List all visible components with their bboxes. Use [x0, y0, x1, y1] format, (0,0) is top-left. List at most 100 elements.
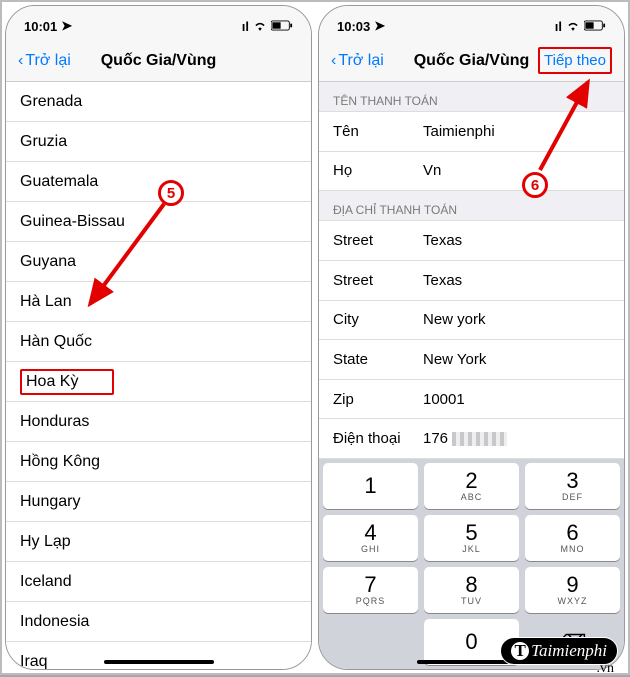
- field-value[interactable]: 10001: [423, 391, 610, 408]
- key-5[interactable]: 5JKL: [424, 515, 519, 561]
- status-bar: 10:03 ➤ ıl: [319, 6, 624, 40]
- battery-icon: [584, 19, 606, 34]
- section-header: ĐỊA CHỈ THANH TOÁN: [319, 191, 624, 221]
- country-label: Hungary: [20, 493, 80, 511]
- country-label: Grenada: [20, 93, 82, 111]
- key-digit: 2: [465, 470, 477, 492]
- key-6[interactable]: 6MNO: [525, 515, 620, 561]
- country-label: Gruzia: [20, 133, 67, 151]
- wifi-icon: [566, 19, 580, 34]
- key-sub: ABC: [461, 492, 483, 502]
- country-label: Iceland: [20, 573, 72, 591]
- country-label: Indonesia: [20, 613, 89, 631]
- field-value[interactable]: New york: [423, 311, 610, 328]
- key-sub: GHI: [361, 544, 380, 554]
- form-field-row[interactable]: StreetTexas: [319, 261, 624, 301]
- key-digit: 1: [364, 475, 376, 497]
- key-2[interactable]: 2ABC: [424, 463, 519, 509]
- country-row[interactable]: Iraq: [6, 642, 311, 669]
- key-digit: 0: [465, 631, 477, 653]
- key-sub: PQRS: [356, 596, 386, 606]
- status-bar: 10:01 ➤ ıl: [6, 6, 311, 40]
- signal-icon: ıl: [242, 19, 249, 34]
- battery-icon: [271, 19, 293, 34]
- phone-left: 10:01 ➤ ıl ‹ Trở lại Quốc Gia/Vùng Grena…: [5, 5, 312, 670]
- country-label: Iraq: [20, 653, 48, 670]
- field-label: Họ: [333, 162, 423, 179]
- chevron-left-icon: ‹: [18, 52, 23, 70]
- key-digit: 5: [465, 522, 477, 544]
- callout-6: 6: [522, 172, 548, 198]
- key-4[interactable]: 4GHI: [323, 515, 418, 561]
- country-label: Hà Lan: [20, 293, 72, 311]
- back-button[interactable]: ‹ Trở lại: [18, 52, 71, 70]
- signal-icon: ıl: [555, 19, 562, 34]
- back-button[interactable]: ‹ Trở lại: [331, 52, 384, 70]
- form-field-row[interactable]: Zip10001: [319, 380, 624, 420]
- key-digit: 6: [566, 522, 578, 544]
- country-row[interactable]: Hy Lạp: [6, 522, 311, 562]
- country-row[interactable]: Grenada: [6, 82, 311, 122]
- country-list[interactable]: GrenadaGruziaGuatemalaGuinea-BissauGuyan…: [6, 82, 311, 669]
- key-8[interactable]: 8TUV: [424, 567, 519, 613]
- home-indicator[interactable]: [104, 660, 214, 664]
- time-label: 10:03: [337, 19, 370, 34]
- form-field-row[interactable]: CityNew york: [319, 301, 624, 341]
- key-digit: 7: [364, 574, 376, 596]
- key-7[interactable]: 7PQRS: [323, 567, 418, 613]
- field-label: City: [333, 311, 423, 328]
- field-label: Điện thoại: [333, 430, 423, 447]
- country-label: Guyana: [20, 253, 76, 271]
- back-label: Trở lại: [25, 52, 70, 70]
- field-value[interactable]: 176: [423, 430, 610, 447]
- form-field-row[interactable]: Điện thoại176: [319, 419, 624, 459]
- field-value[interactable]: Texas: [423, 232, 610, 249]
- key-sub: TUV: [461, 596, 482, 606]
- field-value[interactable]: Texas: [423, 272, 610, 289]
- country-row[interactable]: Hàn Quốc: [6, 322, 311, 362]
- field-label: Street: [333, 272, 423, 289]
- key-sub: WXYZ: [558, 596, 588, 606]
- chevron-left-icon: ‹: [331, 52, 336, 70]
- country-row[interactable]: Hungary: [6, 482, 311, 522]
- key-sub: MNO: [561, 544, 585, 554]
- field-label: Tên: [333, 123, 423, 140]
- country-row[interactable]: Indonesia: [6, 602, 311, 642]
- country-row[interactable]: Honduras: [6, 402, 311, 442]
- key-digit: 4: [364, 522, 376, 544]
- field-label: Zip: [333, 391, 423, 408]
- back-label: Trở lại: [338, 52, 383, 70]
- country-label: Hy Lạp: [20, 533, 71, 551]
- country-row[interactable]: Hoa Kỳ: [6, 362, 311, 402]
- field-label: Street: [333, 232, 423, 249]
- wifi-icon: [253, 19, 267, 34]
- country-row[interactable]: Hồng Kông: [6, 442, 311, 482]
- country-row[interactable]: Gruzia: [6, 122, 311, 162]
- key-blank: [323, 619, 418, 665]
- form-field-row[interactable]: StateNew York: [319, 340, 624, 380]
- country-row[interactable]: Iceland: [6, 562, 311, 602]
- key-digit: 9: [566, 574, 578, 596]
- arrow-6: [532, 70, 612, 180]
- field-value[interactable]: New York: [423, 351, 610, 368]
- location-icon: ➤: [374, 18, 385, 34]
- key-1[interactable]: 1: [323, 463, 418, 509]
- key-sub: DEF: [562, 492, 583, 502]
- country-label: Hàn Quốc: [20, 333, 92, 351]
- key-3[interactable]: 3DEF: [525, 463, 620, 509]
- country-label: Guatemala: [20, 173, 98, 191]
- time-label: 10:01: [24, 19, 57, 34]
- key-9[interactable]: 9WXYZ: [525, 567, 620, 613]
- arrow-5: [72, 194, 172, 324]
- key-sub: JKL: [462, 544, 481, 554]
- nav-bar: ‹ Trở lại Quốc Gia/Vùng: [6, 40, 311, 82]
- callout-5: 5: [158, 180, 184, 206]
- country-label: Hoa Kỳ: [20, 369, 114, 395]
- country-label: Hồng Kông: [20, 453, 100, 471]
- field-label: State: [333, 351, 423, 368]
- country-label: Honduras: [20, 413, 89, 431]
- key-digit: 8: [465, 574, 477, 596]
- key-digit: 3: [566, 470, 578, 492]
- form-field-row[interactable]: StreetTexas: [319, 221, 624, 261]
- location-icon: ➤: [61, 18, 72, 34]
